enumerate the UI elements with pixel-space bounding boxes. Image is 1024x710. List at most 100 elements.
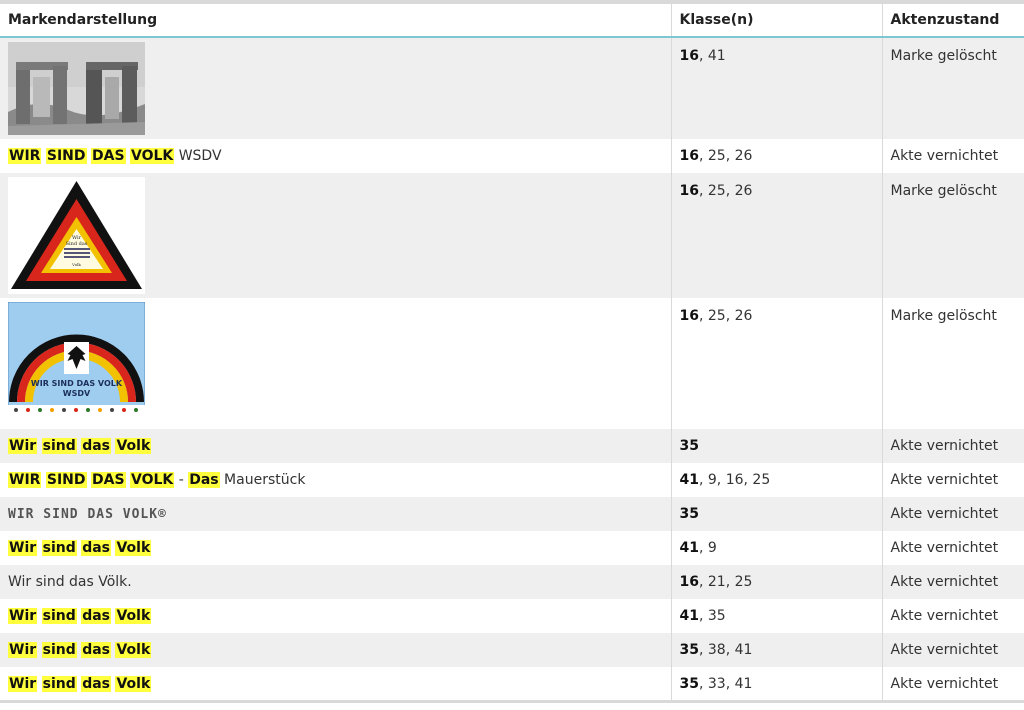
highlighted-term: das: [81, 676, 111, 692]
classes-cell: 35, 38, 41: [670, 633, 882, 667]
status-cell: Akte vernichtet: [881, 531, 1024, 565]
stone-monument-image: [8, 42, 145, 135]
mark-cell[interactable]: WIR SIND DAS VOLK WSDV: [0, 139, 671, 173]
mark-cell[interactable]: Wir sind das Volk: [0, 633, 671, 667]
table-row[interactable]: WIR SIND DAS VOLK WSDV 16, 25, 26 Marke g…: [0, 298, 1024, 429]
mark-cell[interactable]: WIR SIND DAS VOLK WSDV: [0, 298, 671, 429]
table-row[interactable]: Wir sind das Volk 41, 35 Akte vernichtet: [0, 599, 1024, 633]
status-cell: Akte vernichtet: [881, 139, 1024, 173]
mark-cell[interactable]: Wir sind das Volk: [0, 531, 671, 565]
highlighted-term: Wir: [8, 608, 38, 624]
highlighted-term: Wir: [8, 642, 38, 658]
highlighted-term: WIR: [8, 472, 42, 488]
mark-cell[interactable]: Wir sind das Völk.: [0, 565, 671, 599]
highlighted-term: Volk: [115, 540, 152, 556]
table-row[interactable]: WIR SIND DAS VOLK - Das Mauerstück 41, 9,…: [0, 463, 1024, 497]
mark-text: [37, 438, 41, 454]
rainbow-logo-text-1: WIR SIND DAS VOLK: [31, 379, 123, 388]
status-cell: Marke gelöscht: [881, 37, 1024, 139]
table-row[interactable]: Wir sind das Volk 41, 9 Akte vernichtet: [0, 531, 1024, 565]
table-row[interactable]: Wir sind das Volk 35, 33, 41 Akte vernicht…: [0, 667, 1024, 701]
triangle-logo-text-3: Volk: [71, 262, 81, 267]
classes-cell: 16, 25, 26: [670, 139, 882, 173]
classes-cell: 16, 25, 26: [670, 173, 882, 298]
other-classes: , 38, 41: [698, 642, 753, 658]
primary-class: 35: [679, 506, 699, 522]
classes-cell: 35: [670, 429, 882, 463]
primary-class: 41: [679, 540, 699, 556]
classes-cell: 35: [670, 497, 882, 531]
highlighted-term: Volk: [115, 642, 152, 658]
column-header-classes[interactable]: Klasse(n): [670, 4, 882, 38]
mark-cell[interactable]: WIR SIND DAS VOLK - Das Mauerstück: [0, 463, 671, 497]
column-header-status[interactable]: Aktenzustand: [881, 4, 1024, 38]
table-row[interactable]: Wir sind das Volk 35 Akte vernichtet: [0, 429, 1024, 463]
highlighted-term: VOLK: [129, 148, 175, 164]
mark-cell[interactable]: Wir sind das Volk: [0, 667, 671, 701]
status-cell: Akte vernichtet: [881, 599, 1024, 633]
highlighted-term: das: [81, 642, 111, 658]
table-row[interactable]: WIR SIND DAS VOLK WSDV 16, 25, 26 Akte ver…: [0, 139, 1024, 173]
status-cell: Akte vernichtet: [881, 667, 1024, 701]
triangle-logo-text-2: Sind das: [66, 241, 88, 247]
highlighted-term: WIR: [8, 148, 42, 164]
table-row[interactable]: WIR SIND DAS VOLK® 35 Akte vernichtet: [0, 497, 1024, 531]
mark-cell[interactable]: WIR SIND DAS VOLK®: [0, 497, 671, 531]
table-row[interactable]: 16, 41 Marke gelöscht: [0, 37, 1024, 139]
highlighted-term: das: [81, 540, 111, 556]
status-cell: Akte vernichtet: [881, 429, 1024, 463]
status-cell: Akte vernichtet: [881, 565, 1024, 599]
highlighted-term: Volk: [115, 608, 152, 624]
other-classes: , 33, 41: [698, 676, 753, 692]
mark-cell[interactable]: [0, 37, 671, 139]
mark-cell[interactable]: Wir sind das Volk: [0, 599, 671, 633]
highlighted-term: das: [81, 438, 111, 454]
other-classes: , 9: [698, 540, 717, 556]
mark-text: WSDV: [174, 148, 222, 164]
stylized-wordmark: WIR SIND DAS VOLK®: [8, 507, 167, 522]
mark-text: [37, 642, 41, 658]
classes-cell: 16, 21, 25: [670, 565, 882, 599]
highlighted-term: Wir: [8, 540, 38, 556]
primary-class: 16: [679, 48, 699, 64]
table-row[interactable]: Wir Sind das Volk 16, 25, 26 Marke gelösc…: [0, 173, 1024, 298]
highlighted-term: sind: [41, 676, 77, 692]
classes-cell: 41, 9: [670, 531, 882, 565]
highlighted-term: SIND: [45, 148, 87, 164]
classes-cell: 41, 9, 16, 25: [670, 463, 882, 497]
column-header-mark[interactable]: Markendarstellung: [0, 4, 671, 38]
classes-cell: 35, 33, 41: [670, 667, 882, 701]
classes-cell: 16, 25, 26: [670, 298, 882, 429]
other-classes: , 35: [698, 608, 726, 624]
other-classes: , 25, 26: [698, 148, 753, 164]
primary-class: 35: [679, 642, 699, 658]
classes-cell: 41, 35: [670, 599, 882, 633]
status-cell: Marke gelöscht: [881, 298, 1024, 429]
highlighted-term: sind: [41, 438, 77, 454]
mark-text: -: [174, 472, 189, 488]
highlighted-term: DAS: [90, 148, 126, 164]
primary-class: 16: [679, 148, 699, 164]
highlighted-term: VOLK: [129, 472, 175, 488]
primary-class: 35: [679, 438, 699, 454]
rainbow-eagle-logo-image: WIR SIND DAS VOLK WSDV: [8, 302, 145, 421]
other-classes: , 41: [698, 48, 726, 64]
trademark-results: Markendarstellung Klasse(n) Aktenzustand…: [0, 0, 1024, 710]
table-row[interactable]: Wir sind das Volk 35, 38, 41 Akte vernicht…: [0, 633, 1024, 667]
other-classes: , 25, 26: [698, 308, 753, 324]
mark-cell[interactable]: Wir Sind das Volk: [0, 173, 671, 298]
primary-class: 41: [679, 608, 699, 624]
primary-class: 35: [679, 676, 699, 692]
mark-text: Wir sind das Völk.: [8, 574, 132, 590]
primary-class: 16: [679, 183, 699, 199]
highlighted-term: das: [81, 608, 111, 624]
status-cell: Akte vernichtet: [881, 463, 1024, 497]
other-classes: , 25, 26: [698, 183, 753, 199]
bottom-rule: [0, 700, 1024, 703]
table-row[interactable]: Wir sind das Völk. 16, 21, 25 Akte vernich…: [0, 565, 1024, 599]
mark-text: [37, 540, 41, 556]
results-table: Markendarstellung Klasse(n) Aktenzustand…: [0, 4, 1024, 701]
highlighted-term: Das: [188, 472, 220, 488]
mark-cell[interactable]: Wir sind das Volk: [0, 429, 671, 463]
status-cell: Akte vernichtet: [881, 497, 1024, 531]
